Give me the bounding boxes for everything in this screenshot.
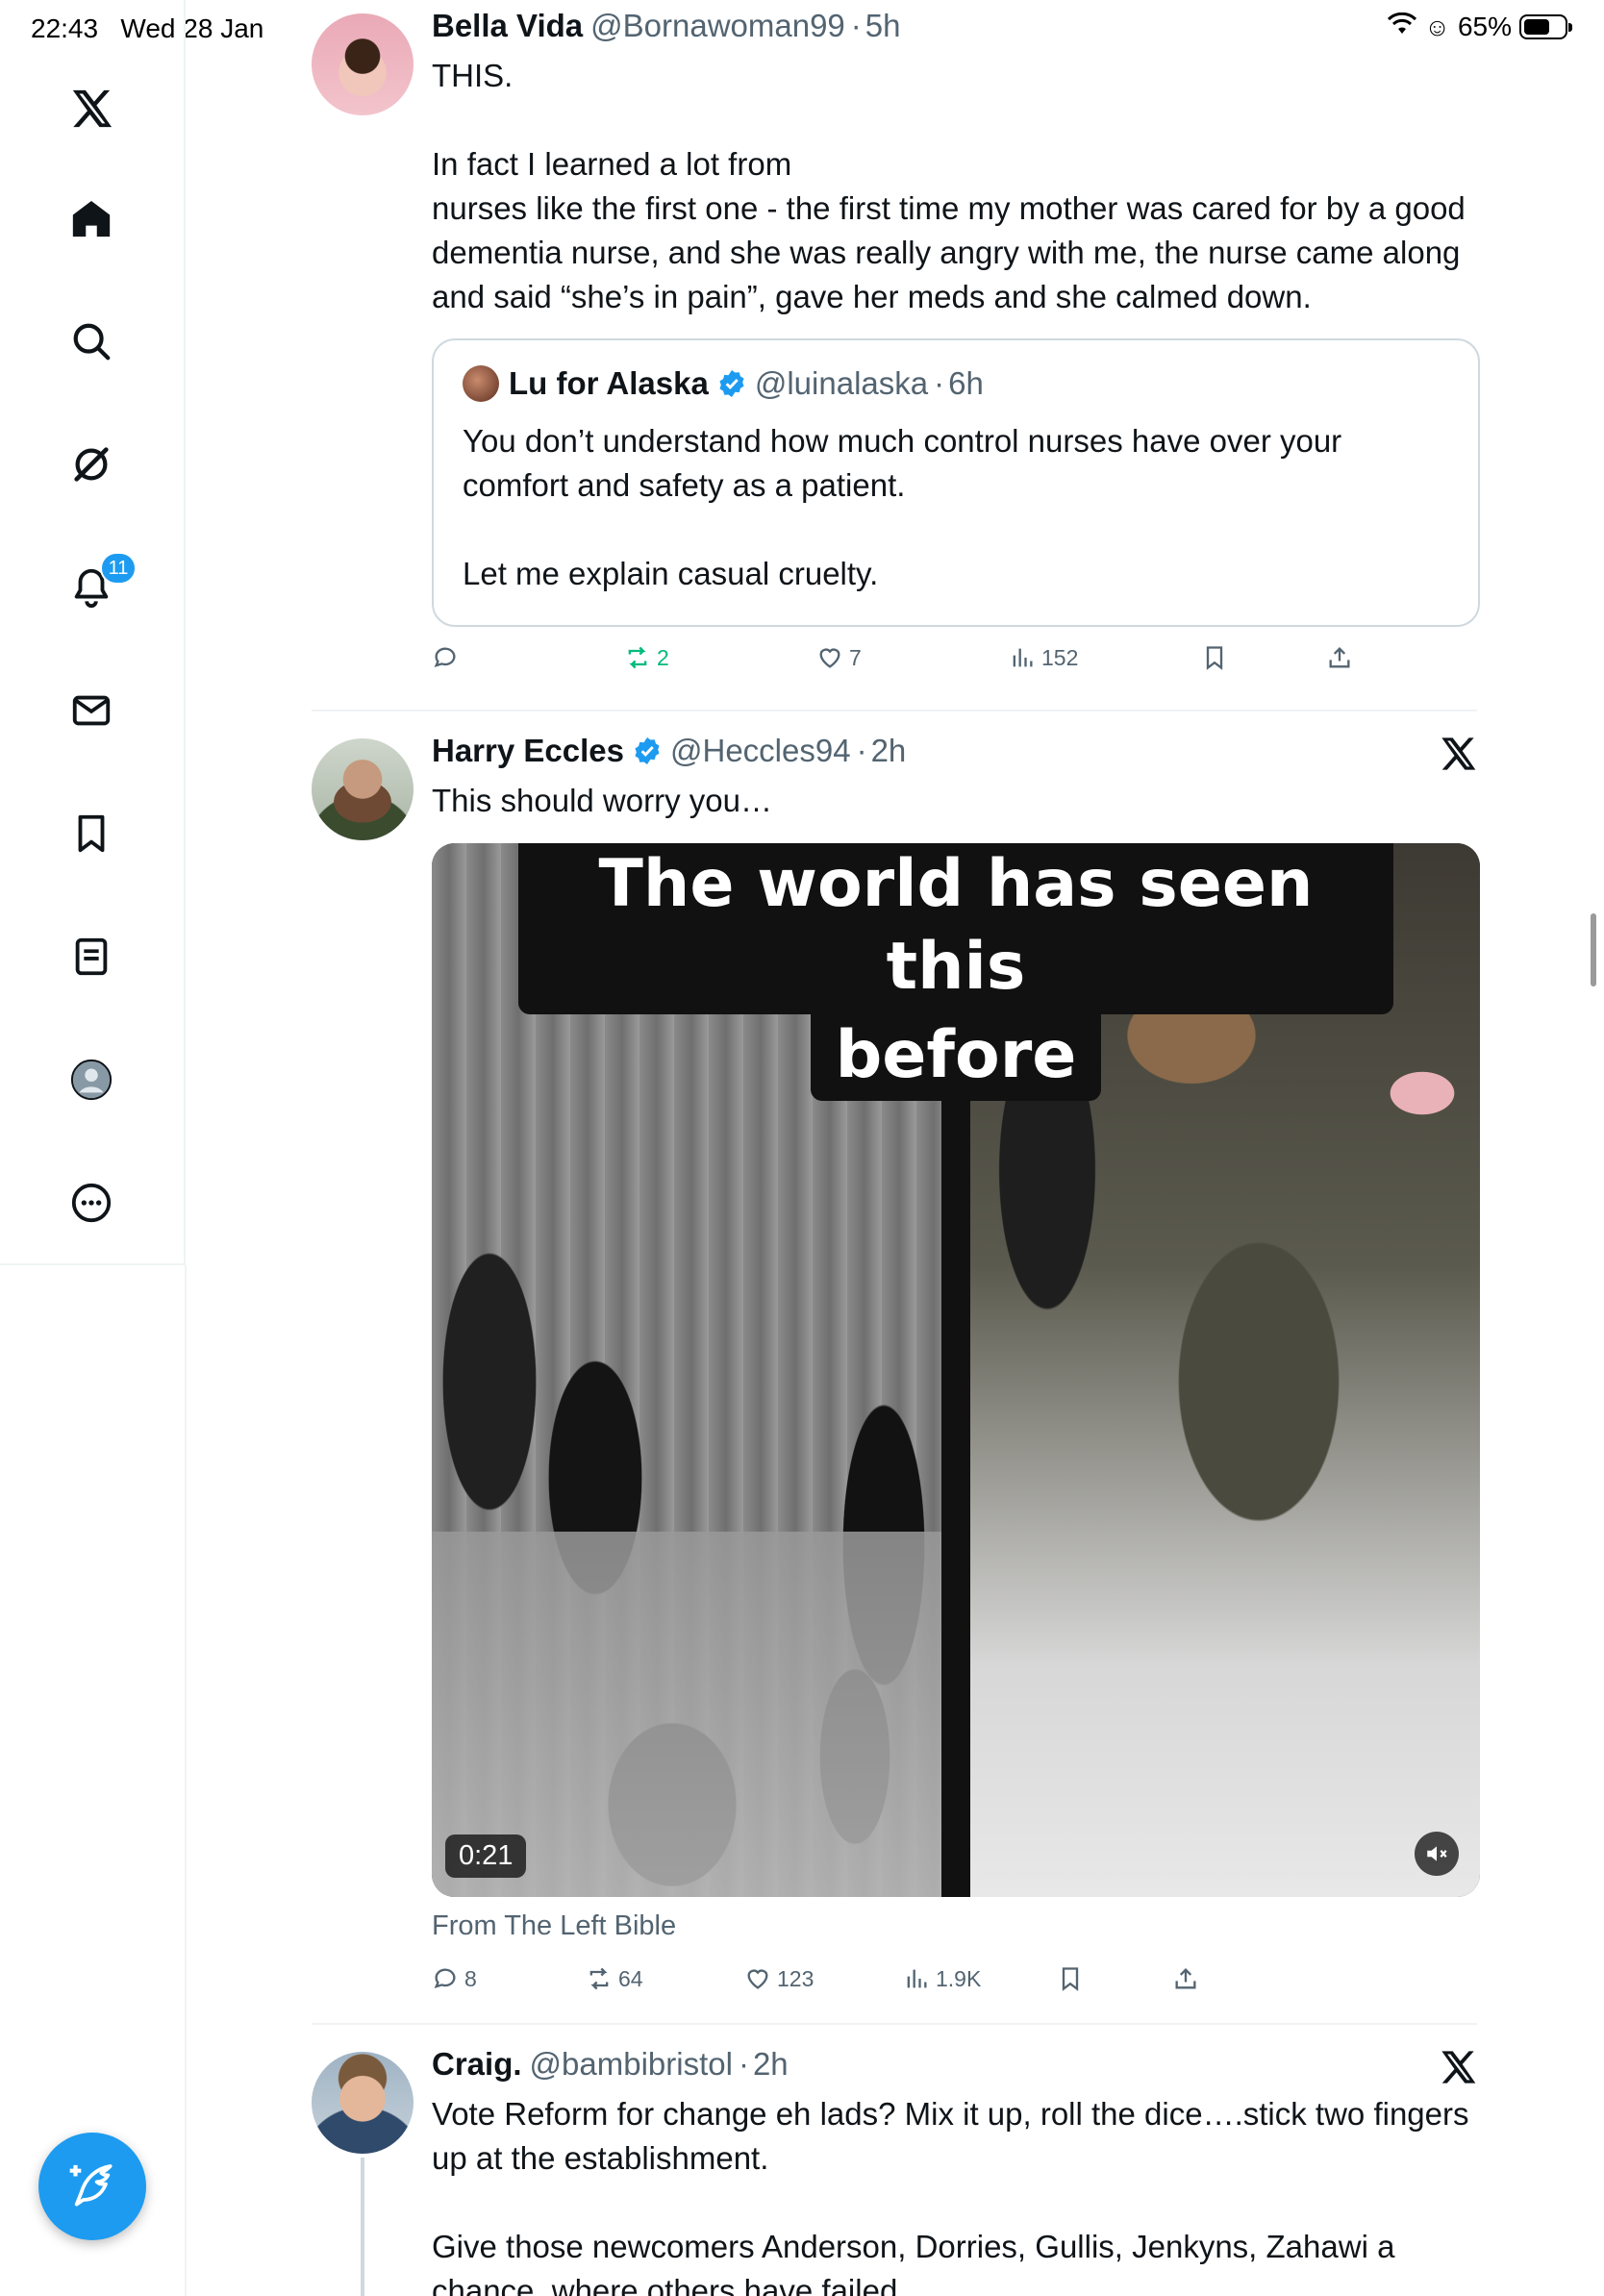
bookmark-button[interactable] [1057, 1965, 1084, 1992]
community-source[interactable]: From The Left Bible [432, 1910, 676, 1942]
views-icon [1013, 648, 1033, 667]
quote-header: Lu for Alaska @luinalaska · 6h [463, 365, 984, 402]
x-logo-icon [1441, 2051, 1476, 2084]
compose-post-button[interactable] [38, 2133, 146, 2240]
quote-author-handle: @luinalaska [754, 365, 929, 401]
quote-author-name: Lu for Alaska [509, 365, 709, 401]
view-count: 1.9K [936, 1965, 982, 1991]
separator-dot: · [850, 8, 862, 43]
more-icon[interactable] [67, 1179, 115, 1227]
author-name[interactable]: Harry Eccles [432, 733, 624, 769]
x-logo-icon[interactable] [67, 85, 115, 133]
reply-button[interactable]: 8 [432, 1965, 477, 1992]
heart-icon [747, 1969, 768, 1989]
view-count: 152 [1041, 644, 1079, 670]
repost-button[interactable]: 64 [586, 1965, 643, 1992]
battery-percent: 65% [1457, 12, 1512, 41]
caption-line-1: The world has seen this [518, 843, 1393, 1014]
repost-icon [589, 1967, 609, 1990]
caption-line-2: before [810, 1014, 1102, 1101]
bookmark-button[interactable] [1201, 644, 1228, 671]
wifi-icon [1388, 12, 1417, 42]
views-button[interactable]: 1.9K [903, 1965, 981, 1992]
post-time[interactable]: 5h [865, 8, 901, 44]
verified-badge-icon [719, 370, 744, 397]
quote-text: You don’t understand how much control nu… [463, 423, 1342, 591]
post-divider [312, 710, 1477, 711]
sidebar: 11 [0, 0, 186, 1265]
notifications-badge: 11 [100, 552, 137, 585]
avatar[interactable] [312, 738, 414, 840]
muted-speaker-icon [1427, 1846, 1447, 1861]
post-actions: 2 7 152 [432, 644, 1374, 683]
compose-post-icon [69, 2164, 113, 2207]
reply-icon [434, 1968, 456, 1989]
video-duration: 0:21 [445, 1834, 527, 1878]
post-actions: 8 64 123 1.9K [432, 1965, 1374, 2004]
share-button[interactable] [1172, 1965, 1199, 1992]
like-button[interactable]: 7 [816, 644, 862, 671]
avatar[interactable] [312, 2052, 414, 2154]
repost-count: 64 [618, 1965, 643, 1991]
post-time[interactable]: 2h [753, 2046, 789, 2083]
quote-avatar [463, 365, 499, 402]
grok-icon[interactable] [67, 440, 115, 488]
post-text: Vote Reform for change eh lads? Mix it u… [432, 2096, 1469, 2296]
views-icon [907, 1969, 927, 1988]
separator-dot: · [934, 365, 945, 401]
author-name[interactable]: Bella Vida [432, 8, 583, 44]
post-text: This should worry you… [432, 783, 772, 818]
post-header: Harry Eccles @Heccles94 · 2h [432, 733, 906, 769]
share-icon [1329, 647, 1350, 668]
views-button[interactable]: 152 [1009, 644, 1078, 671]
home-icon[interactable] [67, 194, 115, 242]
like-count: 123 [777, 1965, 815, 1991]
scrollbar[interactable] [1591, 913, 1596, 986]
share-button[interactable] [1326, 644, 1353, 671]
messages-icon[interactable] [67, 686, 115, 735]
video-player[interactable]: The world has seen this before 0:21 [432, 843, 1480, 1897]
separator-dot: · [738, 2046, 749, 2082]
post-text: THIS. In fact I learned a lot from nurse… [432, 58, 1466, 314]
verified-badge-icon [635, 737, 660, 764]
profile-icon[interactable] [67, 1056, 115, 1104]
like-button[interactable]: 123 [744, 1965, 814, 1992]
bookmark-icon [1062, 1967, 1079, 1991]
post-header: Craig. @bambibristol · 2h [432, 2046, 789, 2083]
post-divider [312, 2023, 1477, 2025]
video-caption: The world has seen this before [518, 843, 1393, 1101]
heart-icon [819, 648, 840, 668]
repost-button[interactable]: 2 [624, 644, 669, 671]
battery-icon [1519, 14, 1572, 39]
sidebar-edge [185, 1265, 187, 2296]
x-logo-icon [1441, 737, 1476, 770]
share-icon [1175, 1968, 1196, 1989]
reply-count: 8 [464, 1965, 477, 1991]
thread-connector [361, 2158, 364, 2296]
post-time[interactable]: 2h [871, 733, 907, 769]
repost-icon [628, 646, 647, 669]
bookmarks-icon[interactable] [67, 810, 115, 858]
author-name[interactable]: Craig. [432, 2046, 522, 2083]
avatar[interactable] [312, 13, 414, 115]
separator-dot: · [856, 733, 867, 768]
author-handle[interactable]: @Heccles94 [670, 733, 851, 769]
quote-time: 6h [948, 365, 984, 401]
author-handle[interactable]: @Bornawoman99 [590, 8, 845, 44]
lists-icon[interactable] [67, 933, 115, 981]
post-header: Bella Vida @Bornawoman99 · 5h [432, 8, 901, 44]
repost-count: 2 [657, 644, 669, 670]
search-icon[interactable] [67, 317, 115, 365]
author-handle[interactable]: @bambibristol [530, 2046, 733, 2083]
emoji-status-icon: ☺ [1424, 12, 1450, 41]
reply-button[interactable] [432, 644, 459, 671]
status-indicators: ☺ 65% [1388, 12, 1572, 42]
notifications-icon[interactable]: 11 [67, 552, 137, 611]
mute-button[interactable] [1415, 1832, 1459, 1876]
quoted-post[interactable]: Lu for Alaska @luinalaska · 6h You don’t… [432, 338, 1480, 627]
bookmark-icon [1206, 646, 1223, 670]
like-count: 7 [849, 644, 862, 670]
reply-icon [434, 647, 456, 668]
